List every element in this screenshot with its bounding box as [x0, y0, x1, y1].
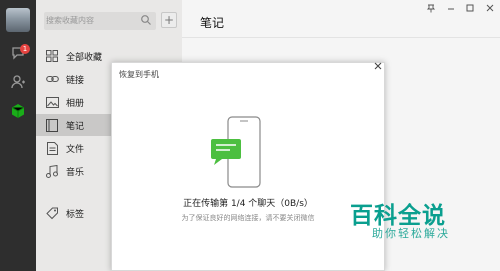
note-icon	[45, 118, 59, 132]
minimize-icon[interactable]	[444, 3, 458, 15]
nav-rail	[0, 0, 36, 271]
pin-icon[interactable]	[424, 3, 438, 15]
dialog-title: 恢复到手机	[119, 70, 159, 79]
file-icon	[45, 141, 59, 155]
watermark-subtitle: 助你轻松解决	[372, 227, 450, 240]
dialog-close-icon[interactable]	[372, 62, 384, 74]
grid-icon	[45, 49, 59, 63]
close-icon[interactable]	[483, 3, 497, 15]
favorites-icon[interactable]	[9, 102, 27, 120]
link-icon	[45, 72, 59, 86]
unread-badge: 1	[20, 44, 30, 54]
search-icon[interactable]	[140, 14, 152, 26]
transfer-status: 正在传输第 1/4 个聊天（0B/s）	[183, 199, 313, 209]
phone-transfer-icon	[208, 115, 268, 191]
tag-icon	[45, 206, 59, 220]
sidebar-item-label: 标签	[66, 209, 85, 220]
sidebar-item-label: 相册	[66, 98, 85, 109]
header-divider	[182, 37, 500, 38]
avatar[interactable]	[6, 8, 30, 32]
sidebar-item-label: 音乐	[66, 167, 85, 178]
image-icon	[45, 95, 59, 109]
sidebar-item-label: 链接	[66, 75, 85, 86]
contacts-icon[interactable]	[9, 73, 27, 91]
music-icon	[45, 164, 59, 178]
transfer-hint: 为了保证良好的网络连接，请不要关闭微信	[181, 214, 315, 222]
sidebar-item-label: 笔记	[66, 121, 85, 132]
sidebar-item-label: 文件	[66, 144, 85, 155]
page-title: 笔记	[200, 16, 225, 30]
add-button[interactable]: +	[161, 12, 177, 28]
search-placeholder: 搜索收藏内容	[46, 16, 94, 25]
sidebar-item-label: 全部收藏	[66, 52, 103, 63]
maximize-icon[interactable]	[463, 3, 477, 15]
